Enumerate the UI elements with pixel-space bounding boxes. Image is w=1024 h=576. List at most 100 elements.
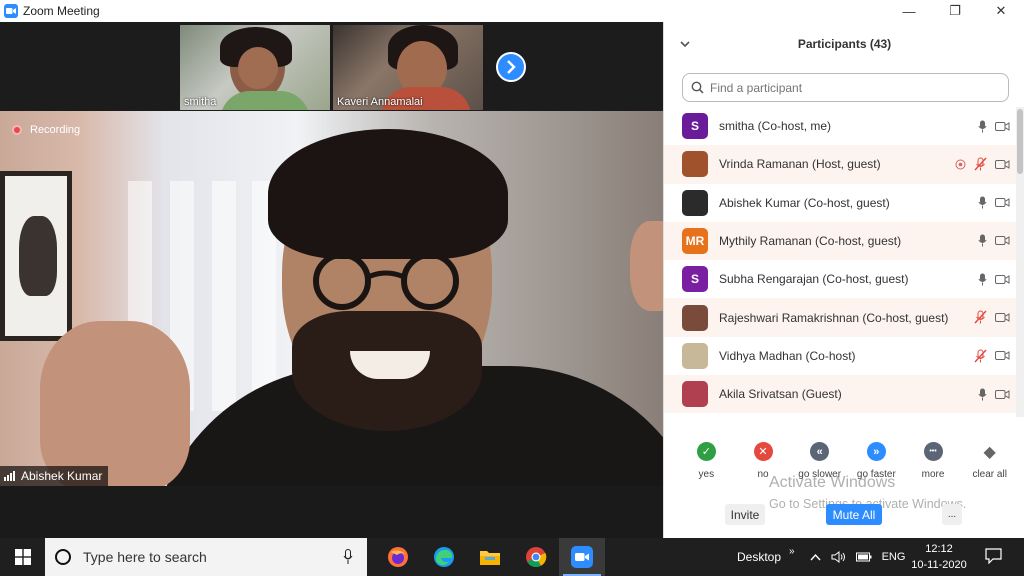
- mic-icon[interactable]: [978, 234, 987, 247]
- chrome-icon[interactable]: [513, 538, 559, 576]
- participant-name: Mythily Ramanan (Co-host, guest): [719, 234, 902, 249]
- toolbar-chevron-icon[interactable]: »: [789, 546, 795, 557]
- edge-icon[interactable]: [421, 538, 467, 576]
- thumbnail-name: smitha: [184, 96, 217, 108]
- reaction-icon: «: [810, 442, 830, 461]
- participant-name: Abishek Kumar (Co-host, guest): [719, 195, 890, 210]
- recording-icon: [955, 159, 966, 170]
- speaker-name-tag: Abishek Kumar: [0, 466, 109, 486]
- participant-name: Vrinda Ramanan (Host, guest): [719, 157, 881, 172]
- mic-muted-icon[interactable]: [974, 157, 987, 171]
- camera-icon[interactable]: [995, 197, 1010, 208]
- camera-icon[interactable]: [995, 235, 1010, 246]
- invite-button[interactable]: Invite: [725, 504, 765, 525]
- next-page-button[interactable]: [496, 52, 526, 82]
- notification-icon[interactable]: [985, 548, 1002, 569]
- participant-avatar: S: [682, 266, 708, 293]
- mic-muted-icon[interactable]: [974, 310, 987, 324]
- participant-name: Vidhya Madhan (Co-host): [719, 348, 856, 363]
- taskbar-search-placeholder: Type here to search: [83, 549, 207, 565]
- desktop-toolbar-label[interactable]: Desktop: [737, 550, 781, 564]
- search-icon: [691, 81, 704, 94]
- mute-all-button[interactable]: Mute All: [826, 504, 882, 525]
- taskbar-search[interactable]: Type here to search: [45, 538, 367, 576]
- participant-row[interactable]: Vrinda Ramanan (Host, guest): [664, 145, 1016, 184]
- windows-taskbar: Type here to search Desktop » ENG 12:12 …: [0, 538, 1024, 576]
- reaction-icon: ✕: [753, 442, 773, 461]
- camera-icon[interactable]: [995, 159, 1010, 170]
- chevron-down-icon[interactable]: [680, 35, 690, 51]
- participant-name: Akila Srivatsan (Guest): [719, 387, 842, 402]
- participant-row[interactable]: Rajeshwari Ramakrishnan (Co-host, guest): [664, 298, 1016, 337]
- reaction-label: no: [757, 469, 769, 480]
- chevron-right-icon: [507, 60, 516, 74]
- speaker-hair: [268, 129, 508, 259]
- video-thumbnail[interactable]: smitha: [180, 25, 330, 110]
- thumbnail-strip: smitha Kaveri Annamalai: [0, 22, 663, 111]
- panel-header: Participants (43): [664, 22, 1024, 66]
- language-indicator[interactable]: ENG: [882, 551, 906, 563]
- participant-avatar: S: [682, 113, 708, 140]
- clock-time: 12:12: [925, 543, 953, 555]
- participant-row[interactable]: Vidhya Madhan (Co-host): [664, 337, 1016, 375]
- speaker-hand: [40, 321, 190, 486]
- video-thumbnail[interactable]: Kaveri Annamalai: [333, 25, 483, 110]
- reaction-label: clear all: [972, 469, 1007, 480]
- windows-logo-icon: [14, 549, 31, 565]
- zoom-taskbar-icon[interactable]: [559, 538, 605, 576]
- active-speaker-video[interactable]: Recording Abishek Kumar: [0, 111, 663, 486]
- scrollbar[interactable]: [1016, 107, 1024, 417]
- participant-row[interactable]: S Subha Rengarajan (Co-host, guest): [664, 260, 1016, 298]
- participant-avatar: MR: [682, 228, 708, 255]
- volume-icon[interactable]: [831, 551, 846, 563]
- participant-avatar: [682, 189, 708, 216]
- battery-icon[interactable]: [855, 552, 872, 562]
- participant-row[interactable]: Akila Srivatsan (Guest): [664, 375, 1016, 414]
- search-input[interactable]: [710, 80, 1000, 95]
- taskbar-clock[interactable]: 12:12 10-11-2020: [904, 541, 974, 573]
- reaction-icon: •••: [923, 442, 943, 461]
- meeting-area: smitha Kaveri Annamalai Recording Abishe…: [0, 22, 663, 538]
- participant-avatar: [682, 151, 708, 178]
- chevron-up-icon[interactable]: [810, 553, 821, 561]
- microphone-icon[interactable]: [343, 549, 353, 570]
- firefox-icon[interactable]: [375, 538, 421, 576]
- participant-name: smitha (Co-host, me): [719, 119, 832, 134]
- thumbnail-name: Kaveri Annamalai: [337, 96, 423, 108]
- mic-icon[interactable]: [978, 196, 987, 209]
- camera-icon[interactable]: [995, 274, 1010, 285]
- mic-icon[interactable]: [978, 120, 987, 133]
- scrollbar-thumb[interactable]: [1017, 109, 1023, 174]
- reaction-label: more: [921, 469, 945, 480]
- mic-icon[interactable]: [978, 388, 987, 401]
- reaction-more-button[interactable]: ••• more: [905, 442, 962, 486]
- participant-row[interactable]: MR Mythily Ramanan (Co-host, guest): [664, 221, 1016, 261]
- camera-icon[interactable]: [995, 312, 1010, 323]
- camera-icon[interactable]: [995, 121, 1010, 132]
- participant-name: Subha Rengarajan (Co-host, guest): [719, 272, 909, 287]
- participant-name: Rajeshwari Ramakrishnan (Co-host, guest): [719, 310, 949, 325]
- camera-icon[interactable]: [995, 350, 1010, 361]
- window-title: Zoom Meeting: [23, 4, 100, 18]
- participant-row[interactable]: Ssmitha (Co-host, me): [664, 107, 1016, 145]
- reaction-clear-all-button[interactable]: ◆ clear all: [961, 442, 1018, 486]
- more-options-button[interactable]: ...: [942, 504, 962, 525]
- participant-row[interactable]: Abishek Kumar (Co-host, guest): [664, 184, 1016, 222]
- mic-muted-icon[interactable]: [974, 349, 987, 363]
- recording-indicator: Recording: [12, 124, 80, 136]
- zoom-app-icon: [4, 4, 18, 18]
- participant-avatar: [682, 381, 708, 408]
- maximize-button[interactable]: ❐: [932, 0, 978, 22]
- mic-icon[interactable]: [978, 273, 987, 286]
- close-button[interactable]: ✕: [978, 0, 1024, 22]
- reaction-label: yes: [698, 469, 715, 480]
- start-button[interactable]: [0, 538, 45, 576]
- participant-search[interactable]: [682, 73, 1009, 102]
- minimize-button[interactable]: —: [886, 0, 932, 22]
- reaction-yes-button[interactable]: ✓ yes: [678, 442, 735, 486]
- speaker-hand: [630, 221, 663, 311]
- file-explorer-icon[interactable]: [467, 538, 513, 576]
- reaction-icon: ◆: [983, 443, 996, 461]
- recording-label: Recording: [30, 124, 81, 136]
- camera-icon[interactable]: [995, 389, 1010, 400]
